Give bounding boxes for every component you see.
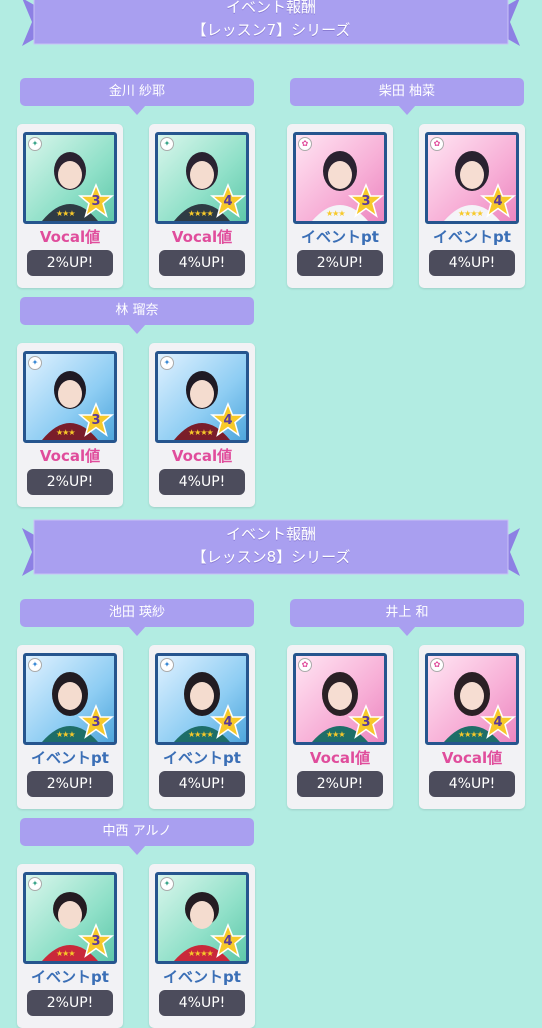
rarity-stars: ★★★	[56, 428, 75, 437]
banner-title-line2: 【レッスン7】シリーズ	[191, 21, 351, 39]
rank-number: 3	[91, 715, 101, 730]
rarity-stars: ★★★	[56, 730, 75, 739]
rarity-stars: ★★★★	[188, 730, 214, 739]
boost-type-label: イベントpt	[433, 228, 511, 246]
reward-card[interactable]: ✿ 3 ★★★ Vocal値 2%UP!	[287, 645, 393, 809]
member-portrait: ✦ 3 ★★★	[23, 872, 117, 964]
rank-number: 3	[91, 413, 101, 428]
rank-number: 4	[493, 715, 503, 730]
rank-number: 4	[223, 715, 233, 730]
member-portrait: ✦ 4 ★★★★	[155, 351, 249, 443]
boost-percent-pill: 2%UP!	[27, 771, 113, 797]
boost-percent-pill: 4%UP!	[429, 771, 515, 797]
reward-card[interactable]: ✦ 3 ★★★ イベントpt 2%UP!	[17, 645, 123, 809]
rarity-stars: ★★★★	[458, 730, 484, 739]
rank-number: 3	[91, 934, 101, 949]
rarity-stars: ★★★★	[188, 209, 214, 218]
member-name-tab: 中西 アルノ	[20, 818, 254, 855]
member-name-tab: 池田 瑛紗	[20, 599, 254, 636]
boost-percent-pill: 4%UP!	[429, 250, 515, 276]
member-portrait: ✦ 3 ★★★	[23, 351, 117, 443]
boost-percent-pill: 4%UP!	[159, 771, 245, 797]
banner-title-line2: 【レッスン8】シリーズ	[191, 548, 351, 566]
section-banner: イベント報酬 【レッスン7】シリーズ	[22, 0, 520, 48]
rank-number: 4	[223, 413, 233, 428]
boost-type-label: Vocal値	[39, 447, 101, 465]
member-portrait: ✿ 3 ★★★	[293, 132, 387, 224]
rarity-stars: ★★★★	[188, 949, 214, 958]
rank-number: 4	[223, 194, 233, 209]
rarity-stars: ★★★	[326, 730, 345, 739]
reward-card[interactable]: ✿ 4 ★★★★ Vocal値 4%UP!	[419, 645, 525, 809]
reward-card[interactable]: ✦ 4 ★★★★ イベントpt 4%UP!	[149, 645, 255, 809]
member-portrait: ✿ 3 ★★★	[293, 653, 387, 745]
rank-number: 3	[91, 194, 101, 209]
rarity-stars: ★★★	[56, 949, 75, 958]
section-banner: イベント報酬 【レッスン8】シリーズ	[22, 516, 520, 578]
boost-percent-pill: 2%UP!	[297, 250, 383, 276]
boost-type-label: Vocal値	[309, 749, 371, 767]
member-portrait: ✦ 4 ★★★★	[155, 653, 249, 745]
boost-percent-pill: 2%UP!	[27, 469, 113, 495]
member-portrait: ✦ 4 ★★★★	[155, 132, 249, 224]
boost-percent-pill: 2%UP!	[27, 250, 113, 276]
rarity-stars: ★★★★	[458, 209, 484, 218]
boost-percent-pill: 4%UP!	[159, 469, 245, 495]
reward-card[interactable]: ✦ 3 ★★★ Vocal値 2%UP!	[17, 124, 123, 288]
boost-type-label: イベントpt	[31, 749, 109, 767]
reward-card[interactable]: ✿ 4 ★★★★ イベントpt 4%UP!	[419, 124, 525, 288]
boost-percent-pill: 4%UP!	[159, 250, 245, 276]
member-portrait: ✿ 4 ★★★★	[425, 653, 519, 745]
boost-percent-pill: 4%UP!	[159, 990, 245, 1016]
member-name-tab: 柴田 柚菜	[290, 78, 524, 115]
boost-percent-pill: 2%UP!	[297, 771, 383, 797]
rank-number: 3	[361, 715, 371, 730]
rarity-stars: ★★★★	[188, 428, 214, 437]
banner-title-line1: イベント報酬	[225, 0, 316, 16]
member-portrait: ✿ 4 ★★★★	[425, 132, 519, 224]
reward-card[interactable]: ✦ 4 ★★★★ Vocal値 4%UP!	[149, 124, 255, 288]
boost-type-label: Vocal値	[39, 228, 101, 246]
rank-number: 3	[361, 194, 371, 209]
member-portrait: ✦ 3 ★★★	[23, 653, 117, 745]
rank-number: 4	[223, 934, 233, 949]
member-name-tab: 金川 紗耶	[20, 78, 254, 115]
reward-card[interactable]: ✦ 4 ★★★★ Vocal値 4%UP!	[149, 343, 255, 507]
boost-type-label: イベントpt	[163, 749, 241, 767]
reward-card[interactable]: ✦ 3 ★★★ Vocal値 2%UP!	[17, 343, 123, 507]
rarity-stars: ★★★	[56, 209, 75, 218]
member-name-tab: 井上 和	[290, 599, 524, 636]
boost-type-label: Vocal値	[171, 228, 233, 246]
boost-type-label: イベントpt	[31, 968, 109, 986]
banner-title-line1: イベント報酬	[225, 525, 316, 543]
boost-type-label: イベントpt	[301, 228, 379, 246]
reward-card[interactable]: ✿ 3 ★★★ イベントpt 2%UP!	[287, 124, 393, 288]
rank-number: 4	[493, 194, 503, 209]
member-name-tab: 林 瑠奈	[20, 297, 254, 334]
boost-percent-pill: 2%UP!	[27, 990, 113, 1016]
rarity-stars: ★★★	[326, 209, 345, 218]
member-portrait: ✦ 4 ★★★★	[155, 872, 249, 964]
member-portrait: ✦ 3 ★★★	[23, 132, 117, 224]
boost-type-label: Vocal値	[441, 749, 503, 767]
reward-card[interactable]: ✦ 3 ★★★ イベントpt 2%UP!	[17, 864, 123, 1028]
boost-type-label: イベントpt	[163, 968, 241, 986]
reward-card[interactable]: ✦ 4 ★★★★ イベントpt 4%UP!	[149, 864, 255, 1028]
boost-type-label: Vocal値	[171, 447, 233, 465]
